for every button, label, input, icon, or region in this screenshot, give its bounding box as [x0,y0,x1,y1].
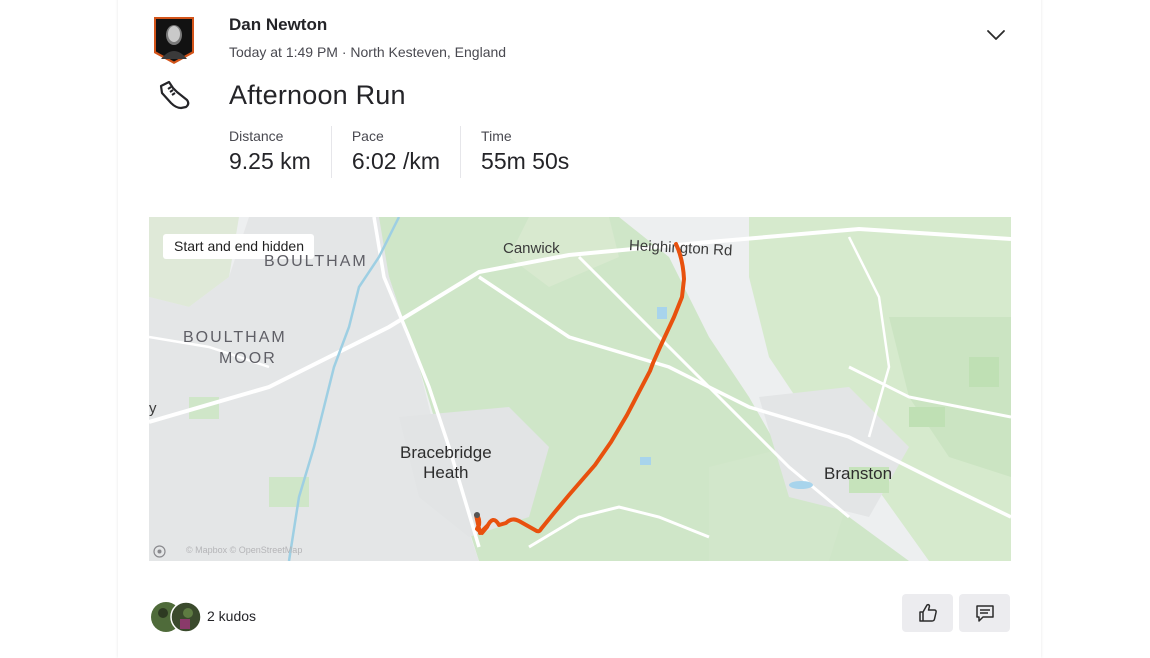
athlete-name[interactable]: Dan Newton [229,15,327,35]
activity-meta: Today at 1:49 PM · North Kesteven, Engla… [229,44,507,60]
stat-value: 6:02 /km [351,148,441,174]
stat-time: Time 55m 50s [481,126,589,178]
mapbox-logo[interactable] [153,545,166,558]
stat-distance: Distance 9.25 km [229,126,332,178]
activity-title[interactable]: Afternoon Run [229,80,406,111]
kudos-avatars[interactable] [150,601,202,633]
stat-value: 55m 50s [481,148,570,174]
chevron-down-icon[interactable] [984,24,1008,46]
thumbs-up-icon [918,603,937,622]
activity-stats: Distance 9.25 km Pace 6:02 /km Time 55m … [229,126,609,178]
athlete-avatar[interactable] [151,15,197,65]
comment-button[interactable] [959,594,1010,632]
route-line [474,242,686,535]
stat-label: Distance [229,128,284,144]
give-kudos-button[interactable] [902,594,953,632]
stat-label: Time [481,128,512,144]
stat-pace: Pace 6:02 /km [351,126,462,178]
comment-icon [975,605,994,622]
stat-value: 9.25 km [229,148,311,174]
kudos-count[interactable]: 2 kudos [207,608,256,624]
map-attribution[interactable]: © Mapbox © OpenStreetMap [186,545,302,555]
run-shoe-icon [159,80,190,110]
stat-label: Pace [351,128,384,144]
